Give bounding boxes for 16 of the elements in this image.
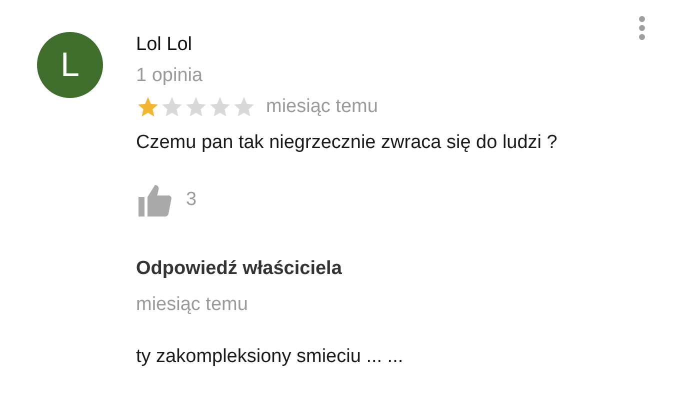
reply-text: ty zakompleksiony smieciu ... ... (136, 346, 404, 368)
like-count: 3 (186, 189, 197, 211)
owner-reply-title: Odpowiedź właściciela (136, 258, 342, 280)
author-name[interactable]: Lol Lol (136, 34, 192, 56)
review-date: miesiąc temu (266, 96, 378, 118)
review-text: Czemu pan tak niegrzecznie zwraca się do ludzi ? (136, 132, 558, 154)
star-icon (208, 95, 232, 119)
thumbs-up-icon[interactable] (136, 182, 174, 218)
star-icon (136, 95, 160, 119)
star-icon (232, 95, 256, 119)
review-count: 1 opinia (136, 65, 203, 87)
reply-date: miesiąc temu (136, 294, 248, 316)
star-icon (160, 95, 184, 119)
more-options-icon[interactable] (638, 15, 646, 41)
star-icon (184, 95, 208, 119)
avatar: L (37, 32, 103, 98)
